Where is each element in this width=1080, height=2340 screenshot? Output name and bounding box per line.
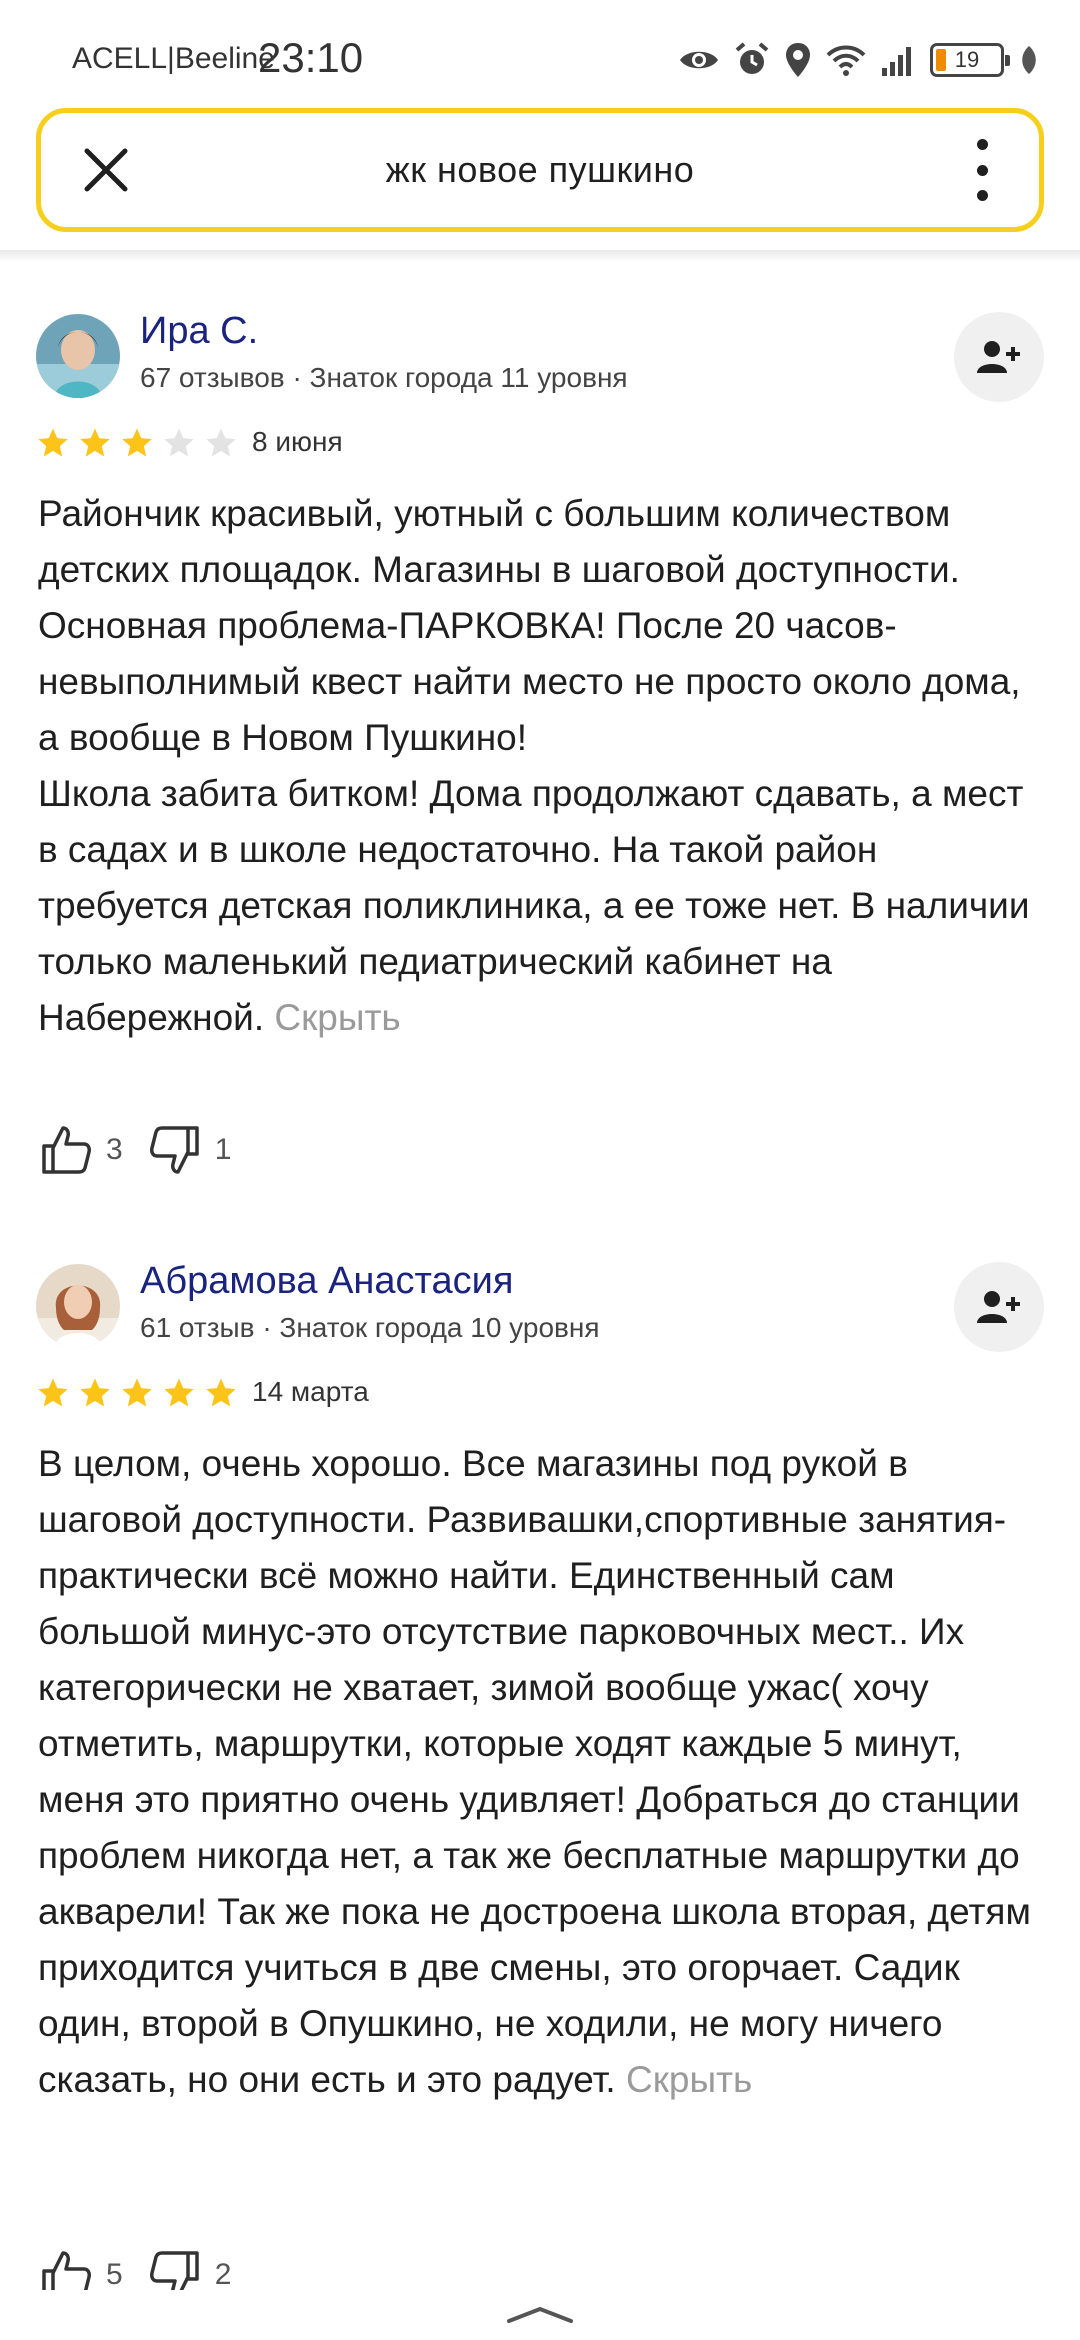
- like-button[interactable]: 3: [40, 1124, 123, 1176]
- author-name[interactable]: Ира С.: [140, 310, 258, 353]
- wifi-icon: [826, 45, 866, 76]
- review-body: Райончик красивый, уютный с большим коли…: [38, 493, 1030, 1038]
- status-bar: ACELL|Beeline 23:10 19: [0, 0, 1080, 110]
- rating-stars: [36, 426, 238, 460]
- star-filled-icon: [122, 428, 152, 457]
- header-divider: [0, 250, 1080, 262]
- dislike-count: 2: [214, 2258, 232, 2291]
- star-empty-icon: [164, 428, 194, 457]
- star-filled-icon: [122, 1378, 152, 1407]
- review-body: В целом, очень хорошо. Все магазины под …: [38, 1443, 1031, 2100]
- star-filled-icon: [38, 428, 68, 457]
- hide-link[interactable]: Скрыть: [626, 2059, 752, 2100]
- bottom-sheet-handle[interactable]: [0, 2290, 1080, 2340]
- like-count: 5: [106, 2258, 123, 2291]
- reactions: 3 1: [40, 1120, 257, 1180]
- subscribe-button[interactable]: [954, 1262, 1044, 1352]
- location-icon: [786, 43, 810, 77]
- leaf-icon: [1022, 46, 1036, 74]
- more-vertical-icon[interactable]: [967, 139, 997, 201]
- avatar[interactable]: [36, 1264, 120, 1348]
- star-filled-icon: [80, 428, 110, 457]
- search-query[interactable]: жк новое пушкино: [41, 149, 1039, 191]
- eye-icon: [680, 51, 718, 69]
- avatar[interactable]: [36, 314, 120, 398]
- carrier-label: ACELL|Beeline: [72, 42, 275, 75]
- review-date: 14 марта: [252, 1376, 369, 1407]
- thumbs-up-icon: [42, 1126, 91, 1174]
- thumbs-down-icon: [149, 1126, 199, 1174]
- review-text: В целом, очень хорошо. Все магазины под …: [38, 1436, 1048, 2108]
- star-filled-icon: [80, 1378, 110, 1407]
- star-filled-icon: [206, 1378, 236, 1407]
- dislike-count: 1: [214, 1133, 232, 1166]
- author-meta: 61 отзыв · Знаток города 10 уровня: [140, 1312, 600, 1343]
- like-count: 3: [106, 1133, 123, 1166]
- search-bar[interactable]: жк новое пушкино: [36, 108, 1044, 232]
- author-meta: 67 отзывов · Знаток города 11 уровня: [140, 362, 628, 393]
- battery-level: 19: [954, 47, 980, 72]
- star-filled-icon: [38, 1378, 68, 1407]
- review-text: Райончик красивый, уютный с большим коли…: [38, 486, 1048, 1046]
- status-icons: 19: [678, 38, 1040, 82]
- subscribe-button[interactable]: [954, 312, 1044, 402]
- alarm-icon: [735, 42, 769, 74]
- dislike-button[interactable]: 1: [149, 1124, 232, 1176]
- add-user-icon: [977, 1291, 1020, 1323]
- add-user-icon: [977, 341, 1020, 373]
- battery-icon: 19: [930, 43, 1010, 77]
- signal-icon: [882, 47, 911, 76]
- star-filled-icon: [164, 1378, 194, 1407]
- clock: 23:10: [258, 34, 364, 81]
- review-date: 8 июня: [252, 426, 343, 457]
- hide-link[interactable]: Скрыть: [274, 997, 400, 1038]
- rating-stars: [36, 1376, 238, 1410]
- close-button[interactable]: [79, 143, 133, 197]
- author-name[interactable]: Абрамова Анастасия: [140, 1260, 513, 1303]
- close-icon[interactable]: [79, 143, 133, 197]
- star-empty-icon: [206, 428, 236, 457]
- chevron-up-icon[interactable]: [505, 2305, 575, 2325]
